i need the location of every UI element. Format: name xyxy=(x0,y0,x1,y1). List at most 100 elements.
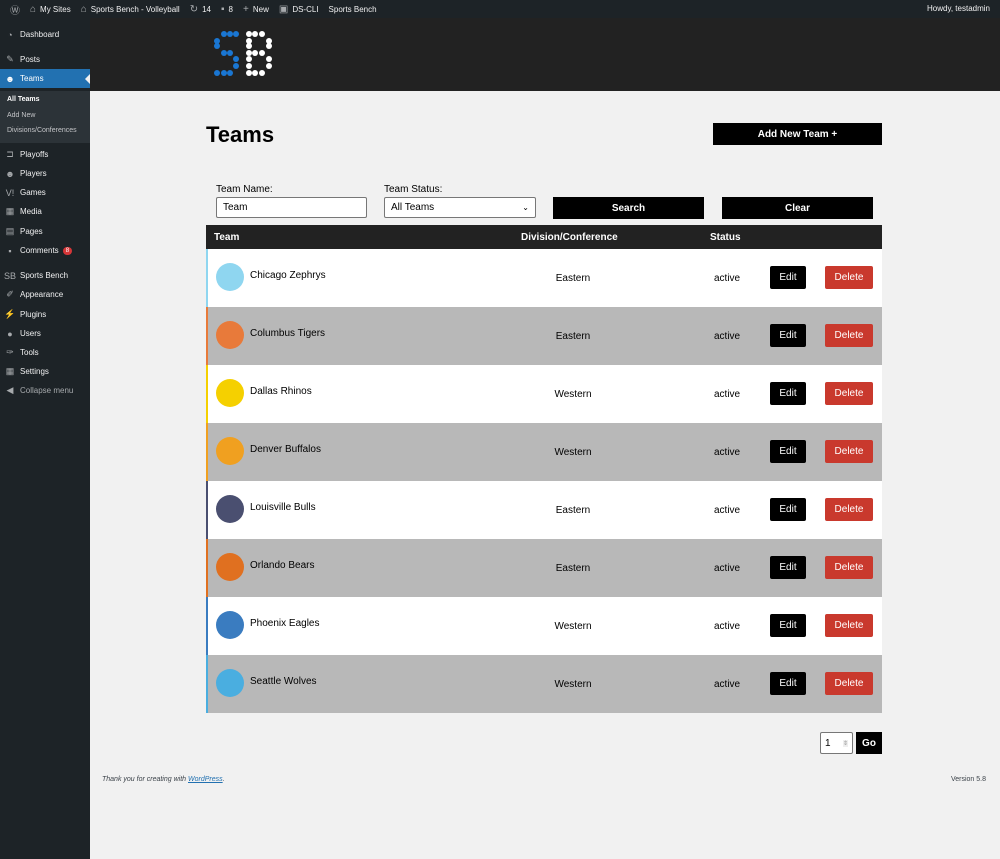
sidebar-item-label: Players xyxy=(20,169,47,178)
media-icon: ▦ xyxy=(5,206,15,216)
team-name[interactable]: Columbus Tigers xyxy=(250,328,325,339)
edit-button[interactable]: Edit xyxy=(770,440,806,463)
sidebar-item-posts[interactable]: ✎ Posts xyxy=(0,50,90,69)
submenu-item[interactable]: Add New xyxy=(7,112,35,119)
delete-button[interactable]: Delete xyxy=(825,672,873,695)
logo-dot xyxy=(266,56,272,62)
sidebar-item-plugins[interactable]: ⚡ Plugins xyxy=(0,305,90,324)
logo-dot xyxy=(246,50,252,56)
adminbar-item[interactable]: ▪ 8 xyxy=(221,4,233,15)
sidebar-item-collapse-menu[interactable]: ◀ Collapse menu xyxy=(0,381,90,400)
team-status: active xyxy=(714,273,741,284)
team-name[interactable]: Louisville Bulls xyxy=(250,502,316,513)
clear-button[interactable]: Clear xyxy=(722,197,873,219)
team-logo xyxy=(216,321,244,349)
logo-dot xyxy=(233,56,239,62)
logo-dot xyxy=(259,70,265,76)
team-division: Western xyxy=(554,447,592,458)
bracket-icon: ⊐ xyxy=(6,149,14,159)
edit-button[interactable]: Edit xyxy=(770,266,806,289)
sidebar-item-players[interactable]: ☻ Players xyxy=(0,164,90,183)
settings-icon: ▦ xyxy=(5,366,15,376)
sidebar-item-pages[interactable]: ▤ Pages xyxy=(0,222,90,241)
team-status: active xyxy=(714,621,741,632)
adminbar-item[interactable]: ↻ 14 xyxy=(190,4,211,15)
adminbar-item[interactable]: + New xyxy=(243,4,269,15)
team-name-input[interactable]: Team xyxy=(216,197,367,218)
logo-dot xyxy=(233,63,239,69)
table-row: Orlando Bears Eastern active Edit Delete xyxy=(206,539,882,597)
sidebar-item-teams[interactable]: ☻ Teams xyxy=(0,69,90,88)
page-number-input[interactable]: 1 ⇕ xyxy=(820,732,853,754)
submenu-item[interactable]: All Teams xyxy=(7,96,40,103)
logo-dot xyxy=(259,31,265,37)
submenu-item[interactable]: Divisions/Conferences xyxy=(7,127,77,134)
sidebar-item-playoffs[interactable]: ⊐ Playoffs xyxy=(0,145,90,164)
delete-button[interactable]: Delete xyxy=(825,614,873,637)
delete-button[interactable]: Delete xyxy=(825,556,873,579)
team-status: active xyxy=(714,447,741,458)
edit-button[interactable]: Edit xyxy=(770,614,806,637)
sidebar-item-label: Comments xyxy=(20,246,59,255)
sidebar-item-sports-bench[interactable]: SB Sports Bench xyxy=(0,266,90,285)
sidebar-item-media[interactable]: ▦ Media xyxy=(0,202,90,221)
sidebar-item-label: Appearance xyxy=(20,290,64,299)
team-name[interactable]: Orlando Bears xyxy=(250,560,314,571)
edit-button[interactable]: Edit xyxy=(770,324,806,347)
team-status-label: Team Status: xyxy=(384,184,443,195)
adminbar-label: 14 xyxy=(202,4,211,14)
edit-button[interactable]: Edit xyxy=(770,382,806,405)
edit-button[interactable]: Edit xyxy=(770,498,806,521)
adminbar-item[interactable]: Sports Bench xyxy=(329,5,377,14)
logo-dot xyxy=(221,31,227,37)
team-name[interactable]: Chicago Zephrys xyxy=(250,270,326,281)
add-new-team-button[interactable]: Add New Team + xyxy=(713,123,882,145)
delete-button[interactable]: Delete xyxy=(825,498,873,521)
team-name[interactable]: Dallas Rhinos xyxy=(250,386,312,397)
sidebar-item-users[interactable]: ● Users xyxy=(0,324,90,343)
brush-icon: ✐ xyxy=(6,289,14,299)
adminbar-item[interactable]: ▣ DS-CLI xyxy=(279,4,319,15)
edit-button[interactable]: Edit xyxy=(770,556,806,579)
header-team: Team xyxy=(214,232,240,243)
footer-suffix: . xyxy=(222,776,225,783)
sidebar-item-dashboard[interactable]: ◔ Dashboard xyxy=(0,25,90,44)
team-division: Eastern xyxy=(555,331,591,342)
search-button[interactable]: Search xyxy=(553,197,704,219)
team-name[interactable]: Phoenix Eagles xyxy=(250,618,320,629)
team-name[interactable]: Denver Buffalos xyxy=(250,444,321,455)
team-status-select[interactable]: All Teams ⌄ xyxy=(384,197,536,218)
terminal-icon: ▣ xyxy=(278,3,289,15)
adminbar-label: New xyxy=(252,4,269,14)
team-status: active xyxy=(714,389,741,400)
team-division: Western xyxy=(554,389,592,400)
go-button[interactable]: Go xyxy=(856,732,882,754)
adminbar-label: My Sites xyxy=(40,4,71,14)
logo-dot xyxy=(246,56,252,62)
sidebar-item-comments[interactable]: ▪ Comments 8 xyxy=(0,241,90,260)
sidebar-item-games[interactable]: V! Games xyxy=(0,183,90,202)
adminbar-item[interactable]: ⌂ Sports Bench - Volleyball xyxy=(81,4,180,15)
sidebar-item-label: Posts xyxy=(20,55,41,64)
edit-button[interactable]: Edit xyxy=(770,672,806,695)
adminbar-item[interactable]: Ⓦ xyxy=(10,2,20,17)
logo-dot xyxy=(233,31,239,37)
sidebar-item-label: Users xyxy=(20,329,41,338)
wordpress-link[interactable]: WordPress xyxy=(188,776,223,783)
delete-button[interactable]: Delete xyxy=(825,266,873,289)
stepper-icon[interactable]: ⇕ xyxy=(842,739,848,747)
adminbar-item[interactable]: ⌂ My Sites xyxy=(30,4,71,15)
logo-dot xyxy=(252,70,258,76)
adminbar-label: DS-CLI xyxy=(292,4,319,14)
sidebar-item-settings[interactable]: ▦ Settings xyxy=(0,362,90,381)
howdy-account-link[interactable]: Howdy, testadmin xyxy=(927,4,990,13)
team-name[interactable]: Seattle Wolves xyxy=(250,676,317,687)
delete-button[interactable]: Delete xyxy=(825,324,873,347)
team-division: Western xyxy=(554,679,592,690)
sidebar-item-tools[interactable]: ✑ Tools xyxy=(0,343,90,362)
dashboard-icon: ◔ xyxy=(7,29,13,40)
delete-button[interactable]: Delete xyxy=(825,382,873,405)
header-division: Division/Conference xyxy=(521,232,618,243)
sidebar-item-appearance[interactable]: ✐ Appearance xyxy=(0,285,90,304)
delete-button[interactable]: Delete xyxy=(825,440,873,463)
